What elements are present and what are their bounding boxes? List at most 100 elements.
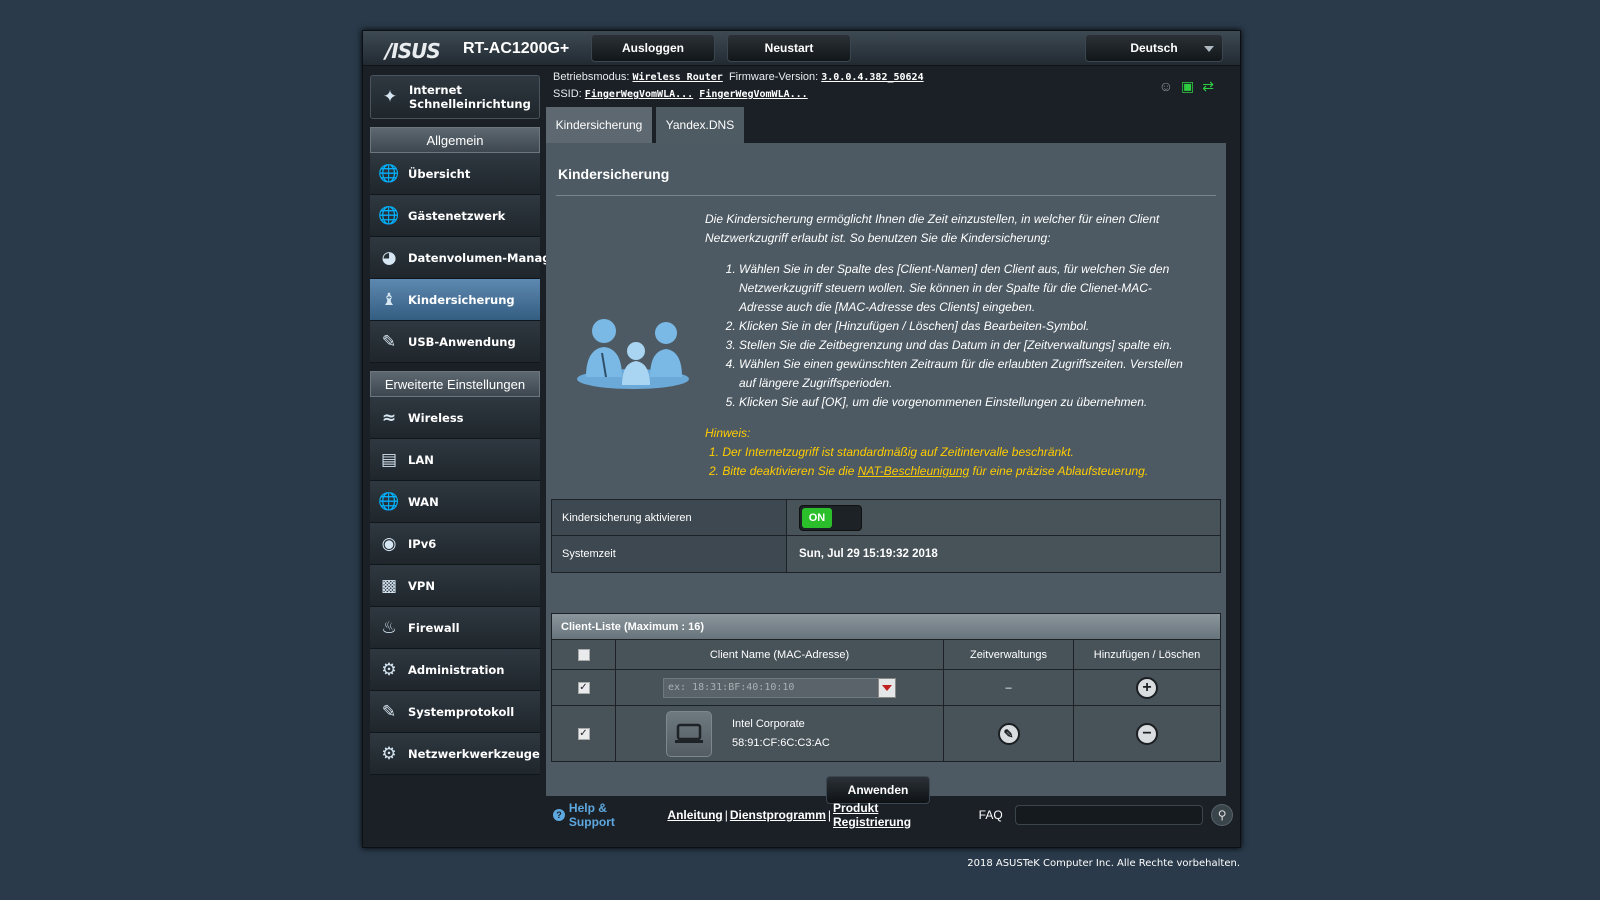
firewall-icon: ♨ — [381, 618, 397, 638]
page-title: Kindersicherung — [558, 166, 670, 182]
sidebar-item-system-log[interactable]: ✎ Systemprotokoll — [370, 691, 540, 733]
ipv6-icon: ◉ — [381, 534, 397, 554]
language-value: Deutsch — [1130, 41, 1178, 55]
mac-input-placeholder: ex: 18:31:BF:40:10:10 — [668, 682, 795, 693]
faq-label: FAQ — [978, 808, 1003, 822]
sidebar-item-overview[interactable]: 🌐 Übersicht — [370, 153, 540, 195]
settings-table: Kindersicherung aktivieren ON Systemzeit… — [551, 499, 1221, 573]
client-info: Intel Corporate 58:91:CF:6C:C3:AC — [732, 715, 830, 753]
add-client-icon[interactable]: + — [1136, 676, 1158, 699]
usb-status-icon[interactable]: ⇄ — [1202, 78, 1214, 95]
sidebar-item-label: IPv6 — [408, 536, 437, 551]
restart-button[interactable]: Neustart — [727, 34, 851, 62]
steps-list: Wählen Sie in der Spalte des [Client-Nam… — [705, 260, 1195, 412]
router-model: RT-AC1200G+ — [463, 40, 570, 57]
sidebar-item-wan[interactable]: 🌐 WAN — [370, 481, 540, 523]
sidebar-item-parental-control[interactable]: ♝ Kindersicherung — [370, 279, 540, 321]
mac-dropdown-button[interactable] — [878, 677, 896, 698]
footer-link-utility[interactable]: Dienstprogramm — [730, 808, 826, 822]
faq-search-input[interactable] — [1014, 805, 1204, 825]
sidebar-item-label: WAN — [408, 494, 439, 509]
systime-value: Sun, Jul 29 15:19:32 2018 — [787, 536, 1220, 572]
remove-cell: − — [1074, 706, 1220, 761]
firmware-label: Firmware-Version: — [728, 71, 819, 83]
client-name: Intel Corporate — [732, 717, 805, 730]
clients-icon[interactable]: ☺ — [1159, 78, 1173, 95]
search-icon[interactable]: ⚲ — [1211, 804, 1234, 826]
sidebar-item-quick-setup[interactable]: ✦ Internet Schnelleinrichtung — [370, 75, 540, 119]
instructions: Die Kindersicherung ermöglicht Ihnen die… — [705, 210, 1195, 481]
mac-input[interactable]: ex: 18:31:BF:40:10:10 — [663, 677, 896, 698]
sidebar-item-label: USB-Anwendung — [408, 334, 516, 349]
sidebar-item-lan[interactable]: ▤ LAN — [370, 439, 540, 481]
sidebar-item-guest-network[interactable]: 🌐 Gästenetzwerk — [370, 195, 540, 237]
vpn-icon: ▩ — [380, 576, 398, 596]
enable-row: Kindersicherung aktivieren ON — [552, 500, 1220, 536]
logout-button[interactable]: Ausloggen — [591, 34, 715, 62]
sidebar-item-network-tools[interactable]: ⚙ Netzwerkwerkzeuge — [370, 733, 540, 775]
select-all-checkbox[interactable] — [577, 648, 590, 661]
sidebar-item-label: Übersicht — [408, 166, 471, 181]
apply-button[interactable]: Anwenden — [826, 776, 930, 804]
sidebar-item-vpn[interactable]: ▩ VPN — [370, 565, 540, 607]
family-icon — [577, 319, 689, 389]
ssid-link-1[interactable]: FingerWegVomWLA... — [585, 89, 693, 100]
asus-logo: /ISUS — [385, 39, 441, 63]
client-list-heading: Client-Liste (Maximum : 16) — [552, 614, 1220, 639]
time-empty: – — [944, 670, 1074, 705]
row-check-cell: ✓ — [552, 706, 616, 761]
language-select[interactable]: Deutsch — [1085, 34, 1223, 62]
note-text: 2. Bitte deaktivieren Sie die — [709, 464, 858, 478]
row-checkbox[interactable]: ✓ — [577, 727, 590, 740]
ssid-label: SSID: — [553, 88, 582, 100]
footer-link-registration[interactable]: Produkt Registrierung — [833, 801, 959, 829]
sidebar: ✦ Internet Schnelleinrichtung Allgemein … — [370, 75, 550, 775]
system-log-icon: ✎ — [381, 702, 397, 722]
client-list-header-row: Client Name (MAC-Adresse) Zeitverwaltung… — [552, 639, 1220, 669]
mode-link[interactable]: Wireless Router — [633, 72, 723, 83]
sidebar-item-ipv6[interactable]: ◉ IPv6 — [370, 523, 540, 565]
sidebar-item-firewall[interactable]: ♨ Firewall — [370, 607, 540, 649]
table-row: ✓ ex: 18:31:BF:40:10:10 – + — [552, 669, 1220, 705]
col-time-management: Zeitverwaltungs — [944, 640, 1074, 669]
sidebar-item-usb-application[interactable]: ✎ USB-Anwendung — [370, 321, 540, 363]
traffic-meter-icon: ◕ — [381, 248, 397, 268]
add-cell: + — [1074, 670, 1220, 705]
wireless-icon: ≈ — [381, 408, 397, 428]
select-all-cell — [552, 640, 616, 669]
enable-toggle[interactable]: ON — [799, 504, 862, 531]
row-checkbox[interactable]: ✓ — [577, 681, 590, 694]
client-cell: Intel Corporate 58:91:CF:6C:C3:AC — [616, 706, 944, 761]
nat-acceleration-link[interactable]: NAT-Beschleunigung — [858, 464, 969, 478]
edit-pencil-icon[interactable]: ✎ — [997, 722, 1020, 745]
col-client-name: Client Name (MAC-Adresse) — [616, 640, 944, 669]
client-mac: 58:91:CF:6C:C3:AC — [732, 736, 830, 749]
mac-input-cell: ex: 18:31:BF:40:10:10 — [616, 670, 944, 705]
footer-link-manual[interactable]: Anleitung — [667, 808, 722, 822]
parental-control-icon: ♝ — [381, 290, 397, 310]
note-block: Hinweis: 1. Der Internetzugriff ist stan… — [705, 424, 1195, 481]
sidebar-heading-general: Allgemein — [370, 127, 540, 153]
internet-status-icon[interactable]: ▣ — [1181, 78, 1194, 95]
tab-parental-control[interactable]: Kindersicherung — [546, 107, 652, 143]
sidebar-item-traffic-manager[interactable]: ◕ Datenvolumen-Manag — [370, 237, 550, 279]
ssid-link-2[interactable]: FingerWegVomWLA... — [699, 89, 807, 100]
help-support[interactable]: ? Help & Support — [553, 801, 656, 829]
sidebar-item-administration[interactable]: ⚙ Administration — [370, 649, 540, 691]
sidebar-item-wireless[interactable]: ≈ Wireless — [370, 397, 540, 439]
wand-icon: ✦ — [382, 87, 398, 107]
firmware-link[interactable]: 3.0.0.4.382_50624 — [821, 72, 923, 83]
chevron-down-icon — [1204, 46, 1214, 52]
sidebar-heading-advanced: Erweiterte Einstellungen — [370, 371, 540, 397]
intro-text: Die Kindersicherung ermöglicht Ihnen die… — [705, 212, 1160, 245]
sidebar-item-label: Netzwerkwerkzeuge — [408, 746, 540, 761]
footer: ? Help & Support Anleitung | Dienstprogra… — [553, 801, 1234, 829]
remove-client-icon[interactable]: − — [1136, 722, 1158, 745]
router-admin-window: /ISUS RT-AC1200G+ Ausloggen Neustart Deu… — [362, 30, 1241, 848]
top-bar: /ISUS RT-AC1200G+ Ausloggen Neustart Deu… — [363, 31, 1240, 66]
tab-yandex-dns[interactable]: Yandex.DNS — [656, 107, 744, 143]
step-item: Klicken Sie auf [OK], um die vorgenommen… — [739, 393, 1195, 412]
step-item: Klicken Sie in der [Hinzufügen / Löschen… — [739, 317, 1195, 336]
note-item-2: 2. Bitte deaktivieren Sie die NAT-Beschl… — [705, 462, 1195, 481]
sidebar-item-label: Gästenetzwerk — [408, 208, 506, 223]
